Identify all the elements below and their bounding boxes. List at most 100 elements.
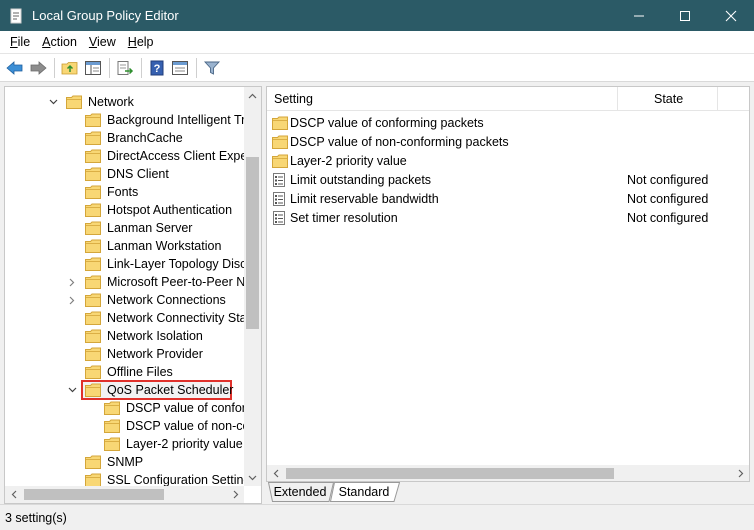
tab-standard[interactable]: Standard <box>330 482 400 502</box>
tree-vertical-scroll-thumb[interactable] <box>246 157 259 329</box>
back-button[interactable] <box>4 57 26 79</box>
scroll-left-arrow[interactable] <box>267 465 284 481</box>
tree-item-label: SSL Configuration Setting <box>107 473 244 486</box>
show-hide-tree-icon <box>85 60 101 75</box>
tree-item[interactable]: Offline Files <box>5 363 244 381</box>
tree-item[interactable]: QoS Packet Scheduler <box>5 380 244 400</box>
tree-item-label: Lanman Workstation <box>107 239 222 253</box>
menu-view-label: iew <box>97 35 116 49</box>
tree-item[interactable]: SSL Configuration Setting <box>5 471 244 486</box>
tree-item[interactable]: Network Connections <box>5 291 244 309</box>
tree-item[interactable]: Lanman Workstation <box>5 237 244 255</box>
folder-icon <box>85 185 101 202</box>
list-item[interactable]: DSCP value of conforming packets <box>267 114 749 133</box>
menu-help[interactable]: Help <box>122 35 160 49</box>
scroll-right-arrow[interactable] <box>227 486 244 503</box>
toolbar: ? <box>0 53 754 82</box>
maximize-button[interactable] <box>662 0 708 31</box>
tree-item[interactable]: Network Provider <box>5 345 244 363</box>
up-folder-icon <box>61 61 78 74</box>
help-button[interactable]: ? <box>146 57 168 79</box>
list-horizontal-scrollbar[interactable] <box>267 465 749 481</box>
tree-item[interactable]: Layer-2 priority value <box>5 435 244 453</box>
menu-action[interactable]: Action <box>36 35 83 49</box>
chevron-right-icon[interactable] <box>66 276 78 288</box>
chevron-right-icon[interactable] <box>66 294 78 306</box>
column-header-setting-label: Setting <box>274 92 313 106</box>
close-button[interactable] <box>708 0 754 31</box>
list-item-state: Not configured <box>627 173 709 187</box>
list-item[interactable]: Limit reservable bandwidth Not configured <box>267 190 749 209</box>
list-item-name: DSCP value of conforming packets <box>290 116 484 130</box>
tree-item[interactable]: Fonts <box>5 183 244 201</box>
tree-item[interactable]: DirectAccess Client Experi <box>5 147 244 165</box>
menu-bar: File Action View Help <box>0 31 754 53</box>
folder-icon <box>104 401 120 418</box>
tree-item[interactable]: Microsoft Peer-to-Peer Ne <box>5 273 244 291</box>
folder-icon <box>85 203 101 220</box>
folder-icon <box>85 383 101 400</box>
tree-item[interactable]: Hotspot Authentication <box>5 201 244 219</box>
tree-view: Network Background Intelligent Tra BranchC… <box>5 87 244 486</box>
show-hide-tree-button[interactable] <box>82 57 104 79</box>
list-item[interactable]: Limit outstanding packets Not configured <box>267 171 749 190</box>
filter-icon <box>203 61 221 75</box>
chevron-left-icon <box>11 490 16 499</box>
list-item[interactable]: Layer-2 priority value <box>267 152 749 171</box>
tree-item[interactable]: SNMP <box>5 453 244 471</box>
column-divider[interactable] <box>717 87 718 111</box>
list-item[interactable]: DSCP value of non-conforming packets <box>267 133 749 152</box>
tree-item[interactable]: BranchCache <box>5 129 244 147</box>
folder-icon <box>85 113 101 130</box>
export-list-button[interactable] <box>114 57 136 79</box>
scroll-up-arrow[interactable] <box>244 87 261 104</box>
tree-item[interactable]: Background Intelligent Tra <box>5 111 244 129</box>
properties-button[interactable] <box>169 57 191 79</box>
column-header-state-label: State <box>654 92 684 106</box>
tree-item-label: Offline Files <box>107 365 173 379</box>
tree-item[interactable]: DSCP value of non-co <box>5 417 244 435</box>
folder-icon <box>85 167 101 184</box>
filter-button[interactable] <box>201 57 223 79</box>
folder-icon <box>85 131 101 148</box>
column-header-setting[interactable]: Setting <box>274 87 313 111</box>
chevron-down-icon[interactable] <box>47 96 59 108</box>
menu-view[interactable]: View <box>83 35 122 49</box>
tree-item[interactable]: Network Isolation <box>5 327 244 345</box>
column-header-state[interactable]: State <box>654 87 683 111</box>
scroll-right-arrow[interactable] <box>732 465 749 481</box>
menu-view-accel: V <box>88 35 98 49</box>
tree-vertical-scrollbar[interactable] <box>244 87 261 486</box>
scroll-left-arrow[interactable] <box>5 486 22 503</box>
tree-item-label: QoS Packet Scheduler <box>107 383 234 397</box>
tree-item[interactable]: Lanman Server <box>5 219 244 237</box>
tree-item[interactable]: Network <box>5 93 244 111</box>
column-divider[interactable] <box>617 87 618 111</box>
list-item[interactable]: Set timer resolution Not configured <box>267 209 749 228</box>
scroll-down-arrow[interactable] <box>244 469 261 486</box>
status-text: 3 setting(s) <box>5 510 67 525</box>
tree-item[interactable]: DNS Client <box>5 165 244 183</box>
folder-icon <box>85 257 101 274</box>
tab-extended[interactable]: Extended <box>268 482 334 502</box>
up-level-button[interactable] <box>59 57 81 79</box>
list-horizontal-scroll-thumb[interactable] <box>286 468 614 479</box>
tree-item[interactable]: DSCP value of conform <box>5 399 244 417</box>
folder-icon <box>104 437 120 454</box>
folder-icon <box>85 455 101 472</box>
tree-horizontal-scrollbar[interactable] <box>5 486 244 503</box>
tree-item[interactable]: Network Connectivity Stat <box>5 309 244 327</box>
menu-file[interactable]: File <box>4 35 36 49</box>
forward-button[interactable] <box>27 57 49 79</box>
toolbar-separator <box>141 57 142 78</box>
folder-icon <box>85 347 101 364</box>
list-item-name: Set timer resolution <box>290 211 398 225</box>
tree-horizontal-scroll-thumb[interactable] <box>24 489 164 500</box>
tree-item[interactable]: Link-Layer Topology Disco <box>5 255 244 273</box>
menu-file-label: ile <box>17 35 31 49</box>
toolbar-separator <box>196 57 197 78</box>
tree-item-label: Network Connectivity Stat <box>107 311 244 325</box>
minimize-button[interactable] <box>616 0 662 31</box>
policy-setting-icon <box>272 192 286 209</box>
chevron-down-icon[interactable] <box>66 384 78 396</box>
